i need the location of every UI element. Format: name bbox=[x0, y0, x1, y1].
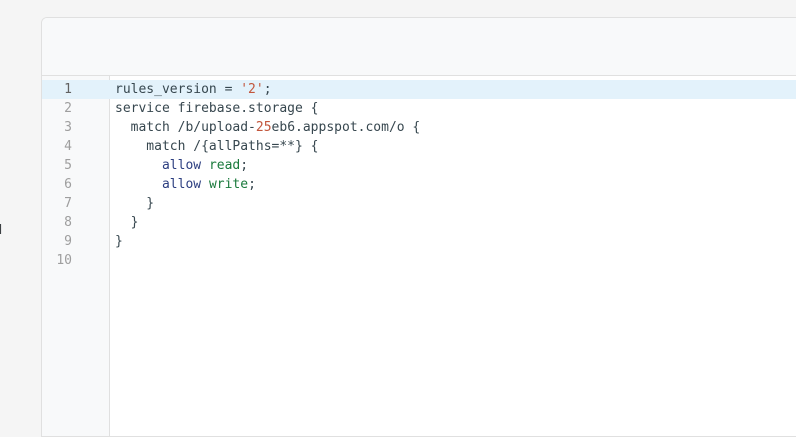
code-text[interactable]: rules_version = '2'; bbox=[115, 80, 272, 99]
code-token: allow bbox=[161, 177, 202, 192]
code-token: write bbox=[208, 177, 249, 192]
code-token: } bbox=[115, 234, 123, 249]
code-text[interactable]: allow read; bbox=[115, 156, 248, 175]
code-token: 25 bbox=[255, 120, 272, 135]
code-token: } bbox=[115, 215, 139, 230]
code-lines[interactable]: 1 rules_version = '2'; 2 service firebase.s… bbox=[42, 80, 796, 270]
code-line[interactable]: 7 } bbox=[42, 194, 796, 213]
code-line[interactable]: 10 bbox=[42, 251, 796, 270]
code-line[interactable]: 8 } bbox=[42, 213, 796, 232]
code-token: match /{allPaths=**} { bbox=[115, 139, 319, 154]
line-number: 2 bbox=[64, 101, 72, 116]
code-token: service firebase.storage { bbox=[115, 101, 319, 116]
left-panel-text: t d bbox=[0, 201, 14, 241]
code-text[interactable]: } bbox=[115, 213, 139, 232]
code-line[interactable]: 4 match /{allPaths=**} { bbox=[42, 137, 796, 156]
code-text[interactable]: } bbox=[115, 194, 154, 213]
code-text[interactable]: allow write; bbox=[115, 175, 256, 194]
code-token: ; bbox=[263, 82, 272, 97]
code-line[interactable]: 9} bbox=[42, 232, 796, 251]
code-line[interactable]: 1 rules_version = '2'; bbox=[42, 80, 796, 99]
code-token: '2' bbox=[240, 82, 264, 97]
code-line[interactable]: 5 allow read; bbox=[42, 156, 796, 175]
line-number: 10 bbox=[56, 253, 72, 268]
code-line[interactable]: 6 allow write; bbox=[42, 175, 796, 194]
code-text[interactable]: service firebase.storage { bbox=[115, 99, 319, 118]
line-number: 1 bbox=[64, 82, 72, 97]
code-token: } bbox=[115, 196, 155, 211]
code-token: ; bbox=[248, 177, 256, 192]
left-panel: t d bbox=[0, 0, 41, 423]
line-number: 7 bbox=[64, 196, 72, 211]
line-number: 5 bbox=[64, 158, 72, 173]
code-line[interactable]: 3 match /b/upload-25eb6.appspot.com/o { bbox=[42, 118, 796, 137]
line-number: 4 bbox=[64, 139, 72, 154]
editor-toolbar bbox=[42, 18, 796, 76]
code-text[interactable]: } bbox=[115, 232, 123, 251]
code-token: match /b/upload- bbox=[115, 120, 256, 135]
left-panel-text-line-2: d bbox=[0, 221, 14, 241]
code-token: read bbox=[208, 158, 241, 173]
code-token: rules_version = bbox=[115, 82, 241, 97]
left-panel-text-line-1: t bbox=[0, 201, 14, 221]
code-line[interactable]: 2 service firebase.storage { bbox=[42, 99, 796, 118]
code-text[interactable]: match /{allPaths=**} { bbox=[115, 137, 319, 156]
code-token: eb6.appspot.com/o { bbox=[271, 120, 421, 135]
line-number: 9 bbox=[64, 234, 72, 249]
line-number: 3 bbox=[64, 120, 72, 135]
code-text[interactable]: match /b/upload-25eb6.appspot.com/o { bbox=[115, 118, 421, 137]
code-token: ; bbox=[240, 158, 249, 173]
code-token: allow bbox=[161, 158, 202, 173]
code-editor[interactable]: 1 rules_version = '2'; 2 service firebase.s… bbox=[42, 76, 796, 436]
line-number: 8 bbox=[64, 215, 72, 230]
rules-editor-card: 1 rules_version = '2'; 2 service firebase.s… bbox=[41, 17, 796, 437]
line-number: 6 bbox=[64, 177, 72, 192]
